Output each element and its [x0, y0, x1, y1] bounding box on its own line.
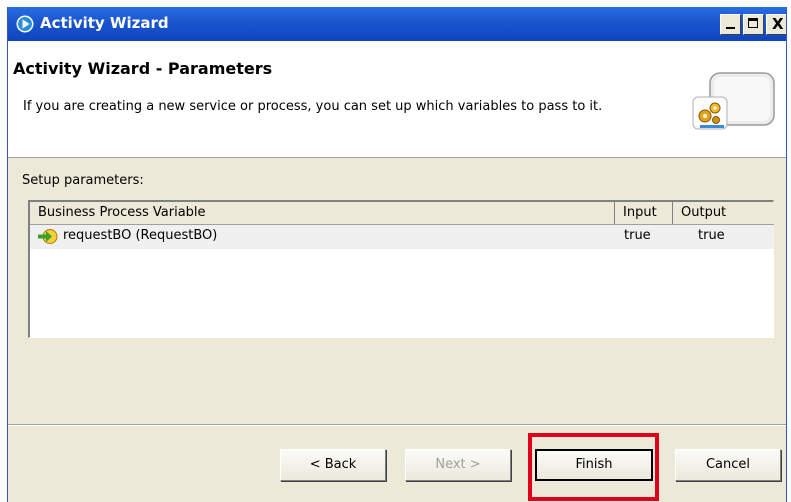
close-button[interactable]: X — [766, 14, 786, 35]
cell-variable: requestBO (RequestBO) — [63, 228, 218, 243]
title-bar[interactable]: Activity Wizard X — [8, 7, 786, 41]
minimize-button[interactable] — [720, 14, 741, 35]
column-header-variable[interactable]: Business Process Variable — [30, 202, 615, 224]
column-header-output[interactable]: Output — [673, 202, 774, 224]
parameters-table: Business Process Variable Input Output r… — [28, 200, 774, 338]
activity-wizard-window: Activity Wizard X Activity Wizard - Para… — [7, 7, 787, 502]
table-header: Business Process Variable Input Output — [30, 202, 774, 225]
finish-highlight-box — [528, 433, 659, 501]
button-area-divider — [8, 424, 786, 426]
page-title: Activity Wizard - Parameters — [13, 59, 273, 78]
close-icon: X — [772, 15, 784, 33]
gears-icon — [692, 72, 775, 130]
cell-output: true — [698, 228, 725, 243]
back-button[interactable]: < Back — [280, 449, 386, 481]
page-description: If you are creating a new service or pro… — [23, 99, 603, 114]
wizard-header: Activity Wizard - Parameters If you are … — [8, 41, 786, 158]
table-row[interactable]: requestBO (RequestBO) true true — [30, 225, 774, 249]
window-title: Activity Wizard — [40, 14, 169, 32]
cancel-button[interactable]: Cancel — [675, 449, 781, 481]
next-button[interactable]: Next > — [405, 449, 511, 481]
column-header-input[interactable]: Input — [615, 202, 673, 224]
cell-input: true — [624, 228, 651, 243]
maximize-icon — [748, 18, 758, 28]
variable-arrow-icon — [38, 229, 58, 244]
wizard-app-icon — [16, 15, 34, 33]
setup-parameters-label: Setup parameters: — [22, 173, 144, 188]
minimize-icon — [726, 27, 735, 29]
maximize-button[interactable] — [743, 14, 764, 35]
